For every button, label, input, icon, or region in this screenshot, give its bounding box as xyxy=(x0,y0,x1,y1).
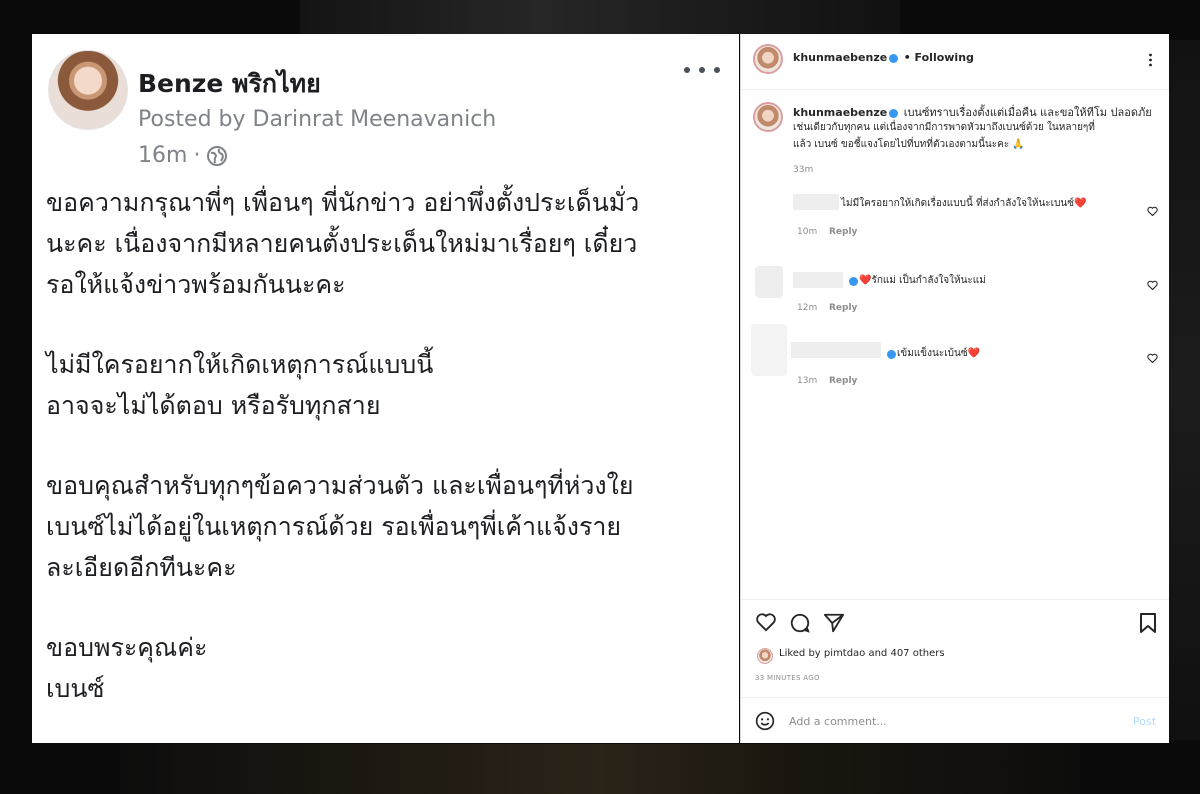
post-line: ขอความกรุณาพี่ๆ เพื่อนๆ พี่นักข่าว อย่าพ… xyxy=(46,188,640,217)
posted-by: Posted by Darinrat Meenavanich xyxy=(138,107,497,132)
verified-icon xyxy=(887,350,896,359)
more-options-icon[interactable] xyxy=(684,56,720,84)
follow-status[interactable]: • Following xyxy=(904,51,974,64)
header-username[interactable]: khunmaebenze xyxy=(793,51,887,64)
post-line: นะคะ เนื่องจากมีหลายคนตั้งประเด็นใหม่มาเ… xyxy=(46,229,638,258)
comment-time: 10m xyxy=(797,227,818,237)
comment-time: 13m xyxy=(797,376,818,386)
post-timestamp: 33 MINUTES AGO xyxy=(755,674,820,682)
caption-line: แล้ว เบนซ์ ขอชี้แจงโดยไปที่บทที่ตัวเองตา… xyxy=(793,139,1025,150)
meta-separator: · xyxy=(193,143,201,168)
background-bottom xyxy=(120,744,1080,794)
comment-time: 12m xyxy=(797,303,818,313)
post-line: ขอบคุณสำหรับทุกๆข้อความส่วนตัว และเพื่อน… xyxy=(46,471,634,500)
caption-line: เช่นเดียวกับทุกคน แต่เนื่องจากมีการพาดหั… xyxy=(793,122,1095,133)
post-paragraph: ขอบคุณสำหรับทุกๆข้อความส่วนตัว และเพื่อน… xyxy=(46,465,726,588)
caption-username[interactable]: khunmaebenze xyxy=(793,106,887,119)
verified-icon xyxy=(889,108,899,118)
divider xyxy=(741,89,1169,90)
reply-button[interactable]: Reply xyxy=(829,227,857,237)
post-paragraph: ไม่มีใครอยากให้เกิดเหตุการณ์แบบนี้ อาจจะ… xyxy=(46,344,726,426)
comment-text: เข้มแข็งนะเบ้นซ์❤️ xyxy=(897,348,981,359)
like-icon[interactable] xyxy=(755,612,777,632)
post-line: เบนซ์ xyxy=(46,674,105,703)
comment-text: ไม่มีใครอยากให้เกิดเรื่องแบบนี้ ที่ส่งกำ… xyxy=(841,198,1087,209)
background-right xyxy=(1168,40,1200,740)
post-body: ขอความกรุณาพี่ๆ เพื่อนๆ พี่นักข่าว อย่าพ… xyxy=(46,182,726,748)
caption-time: 33m xyxy=(793,165,814,175)
author-name[interactable]: Benze พริกไทย xyxy=(138,64,321,104)
post-paragraph: ขอบพระคุณค่ะ เบนซ์ xyxy=(46,627,726,709)
verified-icon xyxy=(889,53,899,63)
post-line: เบนซ์ไม่ได้อยู่ในเหตุการณ์ด้วย รอเพื่อนๆ… xyxy=(46,512,622,541)
comment-like-icon[interactable] xyxy=(1147,280,1158,290)
liker-avatar[interactable] xyxy=(757,648,773,664)
header-avatar[interactable] xyxy=(753,44,783,74)
post-line: ละเอียดอีกทีนะคะ xyxy=(46,553,237,582)
post-line: ไม่มีใครอยากให้เกิดเหตุการณ์แบบนี้ xyxy=(46,350,434,379)
comment-input[interactable]: Add a comment... xyxy=(789,715,887,728)
instagram-post: khunmaebenze • Following khunmaebenze เบ… xyxy=(740,34,1169,743)
post-button[interactable]: Post xyxy=(1133,715,1156,728)
comment-icon[interactable] xyxy=(789,612,811,634)
header-user: khunmaebenze • Following xyxy=(793,51,974,64)
save-icon[interactable] xyxy=(1139,612,1157,634)
divider xyxy=(741,599,1169,600)
blurred-username xyxy=(793,194,839,210)
reply-button[interactable]: Reply xyxy=(829,376,857,386)
blurred-username xyxy=(793,272,843,288)
post-line: ขอบพระคุณค่ะ xyxy=(46,633,208,662)
caption-avatar[interactable] xyxy=(753,102,783,132)
share-icon[interactable] xyxy=(823,612,845,634)
post-line: รอให้แจ้งข่าวพร้อมกันนะคะ xyxy=(46,270,346,299)
liked-by[interactable]: Liked by pimtdao and 407 others xyxy=(779,648,945,659)
emoji-icon[interactable] xyxy=(755,711,775,731)
reply-button[interactable]: Reply xyxy=(829,303,857,313)
blurred-avatar xyxy=(751,324,787,376)
blurred-username xyxy=(791,342,881,358)
background-top xyxy=(300,0,900,34)
author-avatar[interactable] xyxy=(48,50,128,130)
caption-line: khunmaebenze เบนซ์ทราบเรื่องตั้งแต่เมื่อ… xyxy=(793,103,1152,121)
facebook-post: Benze พริกไทย Posted by Darinrat Meenava… xyxy=(32,34,739,743)
ig-more-icon[interactable] xyxy=(1149,52,1152,67)
comment-text: ❤️รักแม่ เป็นกำลังใจให้นะแม่ xyxy=(859,275,986,286)
post-time[interactable]: 16m xyxy=(138,143,187,168)
blurred-avatar xyxy=(755,266,783,298)
post-line: อาจจะไม่ได้ตอบ หรือรับทุกสาย xyxy=(46,391,381,420)
caption-text: เบนซ์ทราบเรื่องตั้งแต่เมื่อคืน และขอให้ท… xyxy=(903,106,1152,119)
comment-like-icon[interactable] xyxy=(1147,353,1158,363)
verified-icon xyxy=(849,277,858,286)
divider xyxy=(741,697,1169,698)
globe-icon xyxy=(207,145,228,166)
post-meta: 16m · xyxy=(138,143,228,168)
comment-like-icon[interactable] xyxy=(1147,206,1158,216)
post-paragraph: ขอความกรุณาพี่ๆ เพื่อนๆ พี่นักข่าว อย่าพ… xyxy=(46,182,726,305)
